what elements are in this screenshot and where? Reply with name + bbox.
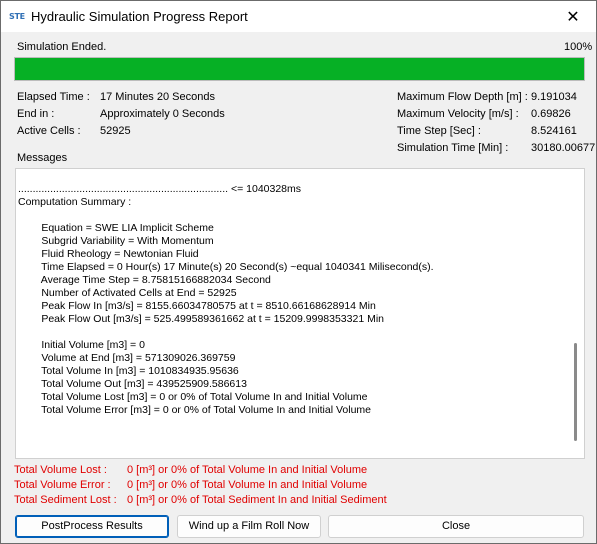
message-line: Total Volume Out [m3] = 439525909.586613 <box>18 378 247 390</box>
simulation-time-value: 30180.00677 <box>531 142 595 154</box>
messages-header: Messages <box>17 152 68 164</box>
message-line: Volume at End [m3] = 571309026.369759 <box>18 352 236 364</box>
message-line: Number of Activated Cells at End = 52925 <box>18 287 237 299</box>
messages-textbox[interactable]: ........................................… <box>15 168 585 459</box>
close-icon[interactable]: ✕ <box>550 1 596 32</box>
message-line: Time Elapsed = 0 Hour(s) 17 Minute(s) 20… <box>18 261 434 273</box>
max-flow-depth-label: Maximum Flow Depth [m] : <box>397 91 528 103</box>
wind-up-film-roll-button[interactable]: Wind up a Film Roll Now <box>177 515 321 538</box>
elapsed-time-label: Elapsed Time : <box>17 91 90 103</box>
max-flow-depth-value: 9.191034 <box>531 91 577 103</box>
end-in-label: End in : <box>17 108 55 120</box>
message-line: Total Volume Lost [m3] = 0 or 0% of Tota… <box>18 391 368 403</box>
max-velocity-value: 0.69826 <box>531 108 571 120</box>
app-icon: STE <box>9 12 25 21</box>
messages-scrollbar[interactable] <box>567 169 584 458</box>
progress-percent: 100% <box>564 41 593 53</box>
total-volume-lost-value: 0 [m³] or 0% of Total Volume In and Init… <box>127 464 368 476</box>
total-volume-error-value: 0 [m³] or 0% of Total Volume In and Init… <box>127 479 368 491</box>
progress-bar-fill <box>15 58 584 80</box>
simulation-time-label: Simulation Time [Min] : <box>397 142 509 154</box>
end-in-value: Approximately 0 Seconds <box>100 108 225 120</box>
total-sediment-lost-value: 0 [m³] or 0% of Total Sediment In and In… <box>127 494 387 506</box>
active-cells-value: 52925 <box>100 125 131 137</box>
total-sediment-lost-label: Total Sediment Lost : <box>14 494 117 506</box>
message-line: Peak Flow Out [m3/s] = 525.499589361662 … <box>18 313 385 325</box>
max-velocity-label: Maximum Velocity [m/s] : <box>397 108 519 120</box>
active-cells-label: Active Cells : <box>17 125 81 137</box>
message-line: Initial Volume [m3] = 0 <box>18 339 145 351</box>
close-button[interactable]: Close <box>328 515 584 538</box>
time-step-value: 8.524161 <box>531 125 577 137</box>
message-line: Total Volume Error [m3] = 0 or 0% of Tot… <box>18 404 372 416</box>
message-line: Fluid Rheology = Newtonian Fluid <box>18 248 199 260</box>
message-line: Subgrid Variability = With Momentum <box>18 235 214 247</box>
progress-bar <box>14 57 585 81</box>
message-line: Peak Flow In [m3/s] = 8155.66034780575 a… <box>18 300 376 312</box>
elapsed-time-value: 17 Minutes 20 Seconds <box>100 91 215 103</box>
progress-report-window: STE Hydraulic Simulation Progress Report… <box>0 0 597 544</box>
message-line: Computation Summary : <box>18 196 132 208</box>
status-text: Simulation Ended. <box>17 41 107 53</box>
message-line: Total Volume In [m3] = 1010834935.95636 <box>18 365 239 377</box>
postprocess-results-button[interactable]: PostProcess Results <box>15 515 169 538</box>
message-line: Equation = SWE LIA Implicit Scheme <box>18 222 214 234</box>
title-bar: STE Hydraulic Simulation Progress Report… <box>1 1 596 32</box>
message-line: ........................................… <box>18 456 301 458</box>
message-line: Average Time Step = 8.75815166882034 Sec… <box>18 274 271 286</box>
total-volume-error-label: Total Volume Error : <box>14 479 111 491</box>
message-line: ........................................… <box>18 183 302 195</box>
total-volume-lost-label: Total Volume Lost : <box>14 464 107 476</box>
time-step-label: Time Step [Sec] : <box>397 125 481 137</box>
scrollbar-thumb[interactable] <box>574 343 577 441</box>
window-title: Hydraulic Simulation Progress Report <box>31 9 248 24</box>
